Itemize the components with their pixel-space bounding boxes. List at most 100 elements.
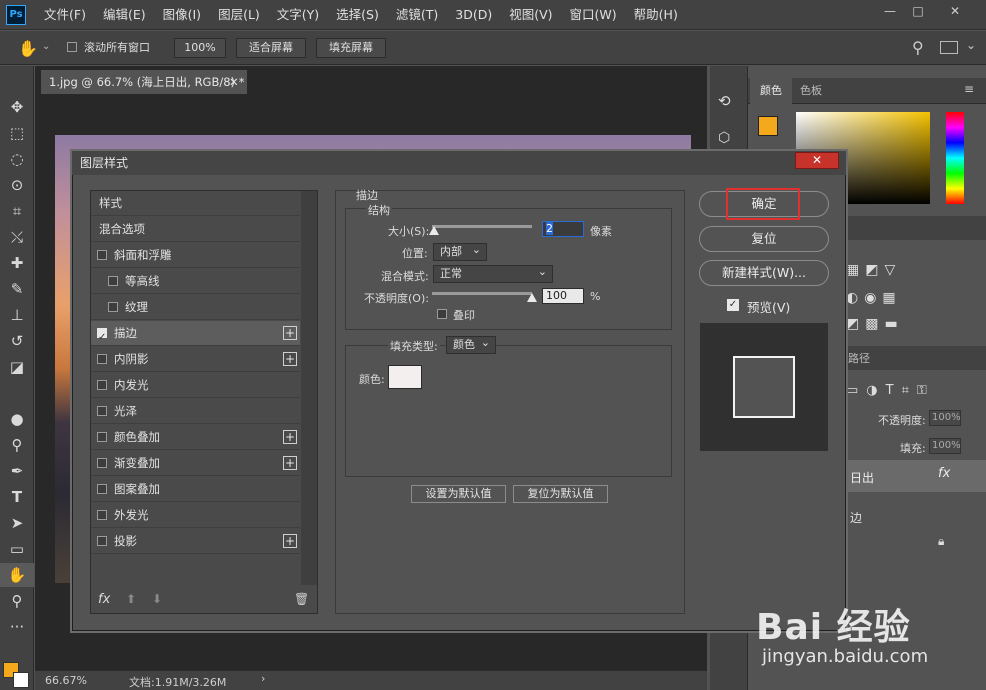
hue-slider[interactable] [946,112,964,204]
preview-checkbox[interactable]: ✓ [727,299,739,311]
lasso-tool-icon[interactable]: ◌ [0,147,34,171]
style-item[interactable]: 混合选项 [91,217,300,242]
zoom-level[interactable]: 66.67% [45,674,87,687]
move-up-icon[interactable]: ⬆ [126,592,136,606]
crop-tool-icon[interactable]: ⌗ [0,199,34,223]
fill-type-select[interactable]: 颜色 [446,335,496,354]
layer-fill-field[interactable]: 100% [929,438,961,454]
menu-view[interactable]: 视图(V) [509,0,552,30]
style-checkbox[interactable] [97,325,107,350]
quick-select-tool-icon[interactable]: ⊙ [0,173,34,197]
menu-type[interactable]: 文字(Y) [277,0,319,30]
move-down-icon[interactable]: ⬇ [152,592,162,606]
style-checkbox[interactable] [97,484,107,494]
3d-panel-icon[interactable]: ⬡ [718,130,730,146]
opacity-slider-thumb[interactable] [527,293,537,302]
opacity-slider[interactable] [432,292,532,295]
history-brush-tool-icon[interactable]: ↺ [0,329,34,353]
history-panel-icon[interactable]: ⟲ [718,92,731,110]
tool-preset-chevron-icon[interactable]: ⌄ [42,41,50,52]
stroke-color-swatch[interactable] [388,365,422,389]
add-effect-icon[interactable]: + [283,534,297,548]
style-item[interactable]: 投影 + [91,529,300,554]
fill-screen-button[interactable]: 填充屏幕 [316,38,386,58]
search-icon[interactable]: ⚲ [912,38,924,57]
dialog-close-button[interactable]: ✕ [795,152,839,169]
trash-icon[interactable]: 🗑︎ [294,592,309,606]
document-tab[interactable]: 1.jpg @ 66.7% (海上日出, RGB/8) * ✕ [41,70,247,94]
blur-tool-icon[interactable]: ● [0,407,34,431]
style-checkbox[interactable] [97,458,107,468]
styles-list-scrollbar[interactable] [301,191,317,585]
menu-3d[interactable]: 3D(D) [455,0,492,30]
tab-swatches[interactable]: 色板 [790,78,832,104]
layer-filter-icons[interactable]: ▭◑T⌗⚿ [846,383,935,398]
style-item[interactable]: 纹理 [91,295,300,320]
style-item[interactable]: 渐变叠加 + [91,451,300,476]
background-color-swatch[interactable] [13,672,29,688]
healing-tool-icon[interactable]: ✚ [0,251,34,275]
style-item[interactable]: 外发光 [91,503,300,528]
style-item[interactable]: 图案叠加 [91,477,300,502]
add-effect-icon[interactable]: + [283,430,297,444]
style-checkbox[interactable] [108,302,118,312]
adjustments-icons-row1[interactable]: ▦◩▽ [846,262,901,278]
style-item[interactable]: 等高线 [91,269,300,294]
menu-filter[interactable]: 滤镜(T) [396,0,438,30]
menu-help[interactable]: 帮助(H) [634,0,678,30]
adjustments-icons-row2[interactable]: ◐◉▦ [846,290,902,306]
style-item[interactable]: 样式 [91,191,300,216]
new-style-button[interactable]: 新建样式(W)... [699,260,829,286]
zoom-tool-icon[interactable]: ⚲ [0,589,34,613]
menu-edit[interactable]: 编辑(E) [103,0,146,30]
overprint-checkbox[interactable] [437,309,447,319]
menu-layer[interactable]: 图层(L) [218,0,260,30]
hand-tool-icon[interactable]: ✋ [18,39,38,58]
scroll-all-checkbox[interactable] [67,42,77,52]
status-arrow-icon[interactable]: › [261,672,265,685]
color-panel-fg-swatch[interactable] [758,116,778,136]
pen-tool-icon[interactable]: ✒ [0,459,34,483]
opacity-input[interactable]: 100 [542,288,584,304]
style-checkbox[interactable] [97,536,107,546]
add-effect-icon[interactable]: + [283,456,297,470]
fit-screen-button[interactable]: 适合屏幕 [236,38,306,58]
menu-window[interactable]: 窗口(W) [570,0,617,30]
reset-default-button[interactable]: 复位为默认值 [513,485,608,503]
layer-fx-icon[interactable]: fx [938,466,950,481]
photoshop-logo[interactable]: Ps [6,5,26,25]
style-item[interactable]: 内发光 [91,373,300,398]
style-item[interactable]: 内阴影 + [91,347,300,372]
path-select-tool-icon[interactable]: ➤ [0,511,34,535]
adjustments-icons-row3[interactable]: ◩▩▬ [846,316,904,332]
hand-tool-icon-active[interactable]: ✋ [0,563,34,587]
add-effect-icon[interactable]: + [283,326,297,340]
close-doc-icon[interactable]: ✕ [229,70,239,94]
stamp-tool-icon[interactable]: ⊥ [0,303,34,327]
style-checkbox[interactable] [97,432,107,442]
eraser-tool-icon[interactable]: ◪ [0,355,34,379]
add-effect-icon[interactable]: + [283,352,297,366]
tab-paths[interactable]: 路径 [848,350,870,366]
more-tools-icon[interactable]: ··· [0,615,34,639]
marquee-tool-icon[interactable]: ⬚ [0,121,34,145]
tab-color[interactable]: 颜色 [750,78,792,104]
position-select[interactable]: 内部 [433,242,487,261]
close-window-button[interactable]: ✕ [942,2,968,20]
move-tool-icon[interactable]: ✥ [0,95,34,119]
panel-menu-icon[interactable]: ≡ [964,82,974,96]
workspace-icon[interactable] [940,41,958,54]
reset-button[interactable]: 复位 [699,226,829,252]
style-checkbox[interactable] [97,354,107,364]
workspace-chevron-icon[interactable]: ⌄ [966,38,976,52]
style-item[interactable]: 颜色叠加 + [91,425,300,450]
zoom-100-button[interactable]: 100% [174,38,226,58]
style-item[interactable]: 斜面和浮雕 [91,243,300,268]
set-default-button[interactable]: 设置为默认值 [411,485,506,503]
menu-select[interactable]: 选择(S) [336,0,379,30]
style-checkbox[interactable] [108,276,118,286]
dodge-tool-icon[interactable]: ⚲ [0,433,34,457]
layer-opacity-field[interactable]: 100% [929,410,961,426]
size-slider-thumb[interactable] [429,226,439,235]
restore-button[interactable]: □ [905,2,931,20]
